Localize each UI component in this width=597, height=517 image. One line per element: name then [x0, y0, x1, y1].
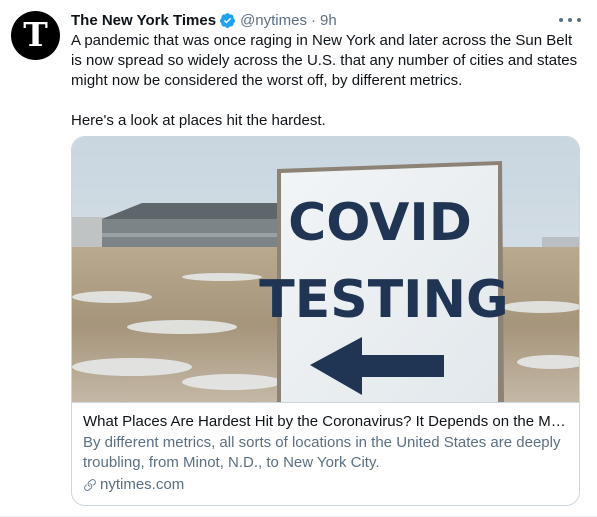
link-icon: [84, 479, 96, 491]
card-domain[interactable]: nytimes.com: [83, 475, 568, 495]
author-handle[interactable]: @nytimes: [240, 12, 307, 29]
tweet-header: The New York Times @nytimes · 9h: [71, 9, 337, 31]
more-dot: [568, 18, 572, 22]
tweet-text: A pandemic that was once raging in New Y…: [71, 31, 583, 131]
author-name[interactable]: The New York Times: [71, 12, 216, 29]
card-title[interactable]: What Places Are Hardest Hit by the Coron…: [83, 412, 568, 432]
more-options-icon[interactable]: [559, 12, 581, 28]
covid-testing-sign-photo: COVID TESTING: [72, 137, 579, 402]
link-card[interactable]: COVID TESTING What Places Are Hardest Hi…: [71, 136, 580, 506]
more-dot: [577, 18, 581, 22]
verified-badge-icon: [220, 12, 235, 28]
separator-dot: ·: [310, 11, 316, 29]
timestamp[interactable]: 9h: [320, 12, 337, 29]
card-body: What Places Are Hardest Hit by the Coron…: [72, 403, 579, 495]
tweet-paragraph: Here's a look at places hit the hardest.: [71, 112, 326, 129]
card-domain-text: nytimes.com: [100, 476, 185, 493]
more-dot: [559, 18, 563, 22]
sign-text-testing: TESTING: [259, 270, 508, 330]
avatar[interactable]: T: [11, 11, 60, 60]
card-description: By different metrics, all sorts of locat…: [83, 434, 561, 471]
tweet[interactable]: T The New York Times @nytimes · 9h A pan…: [0, 0, 597, 517]
tweet-paragraph: A pandemic that was once raging in New Y…: [71, 32, 578, 89]
card-image[interactable]: COVID TESTING: [72, 137, 579, 403]
sign-text-covid: COVID: [288, 193, 472, 253]
avatar-logo: T: [23, 15, 48, 54]
